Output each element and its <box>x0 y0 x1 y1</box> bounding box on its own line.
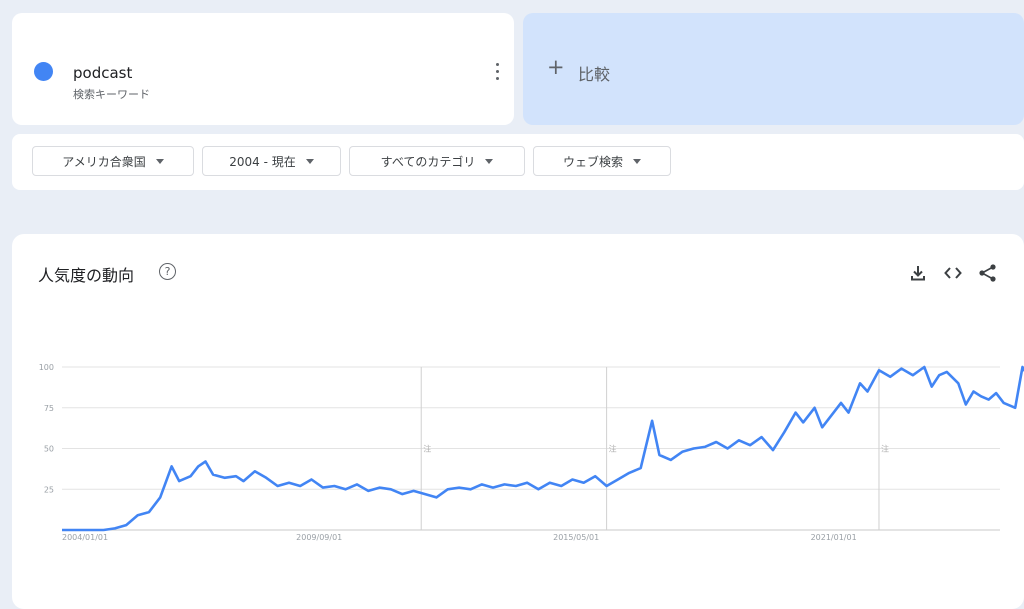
plus-icon: + <box>547 55 565 79</box>
compare-button[interactable]: + 比較 <box>523 13 1024 125</box>
line-chart: 25 50 75 100 2004/01/01 2009/09/01 2015/05/01 2… <box>39 363 1024 542</box>
caret-down-icon <box>155 158 164 164</box>
more-vert-icon[interactable] <box>490 61 506 83</box>
compare-label: 比較 <box>578 65 611 84</box>
filter-category-label: すべてのカテゴリ <box>380 154 476 169</box>
y-tick-label: 50 <box>44 445 54 454</box>
y-tick-label: 75 <box>44 404 54 413</box>
caret-down-icon <box>485 158 494 164</box>
y-tick-label: 25 <box>44 485 54 494</box>
y-tick-label: 100 <box>39 363 54 372</box>
caret-down-icon <box>633 158 641 164</box>
filter-search-type-label: ウェブ検索 <box>562 154 623 169</box>
annotation-marker[interactable]: 注 <box>609 444 617 454</box>
annotation-marker[interactable]: 注 <box>881 444 889 454</box>
caret-down-icon <box>305 158 314 164</box>
filter-time-label: 2004 - 現在 <box>229 154 296 169</box>
series-color-dot <box>34 62 53 81</box>
x-tick-label: 2004/01/01 <box>62 533 108 542</box>
search-term-type: 検索キーワード <box>73 88 150 101</box>
interest-over-time-card: 人気度の動向 ? 25 50 75 100 2004/01/01 2009/09/01 20… <box>12 234 1024 609</box>
search-term-card[interactable]: podcast 検索キーワード <box>12 13 514 125</box>
filter-search-type-dropdown[interactable]: ウェブ検索 <box>533 146 671 176</box>
annotation-marker[interactable]: 注 <box>423 444 431 454</box>
filter-category-dropdown[interactable]: すべてのカテゴリ <box>349 146 525 176</box>
filter-time-dropdown[interactable]: 2004 - 現在 <box>202 146 341 176</box>
filter-bar: アメリカ合衆国 2004 - 現在 すべてのカテゴリ ウェブ検索 <box>12 134 1024 190</box>
search-term-name[interactable]: podcast <box>73 64 132 82</box>
x-tick-label: 2009/09/01 <box>296 533 342 542</box>
filter-region-label: アメリカ合衆国 <box>62 154 146 169</box>
filter-region-dropdown[interactable]: アメリカ合衆国 <box>32 146 194 176</box>
x-tick-label: 2021/01/01 <box>811 533 857 542</box>
x-tick-label: 2015/05/01 <box>553 533 599 542</box>
